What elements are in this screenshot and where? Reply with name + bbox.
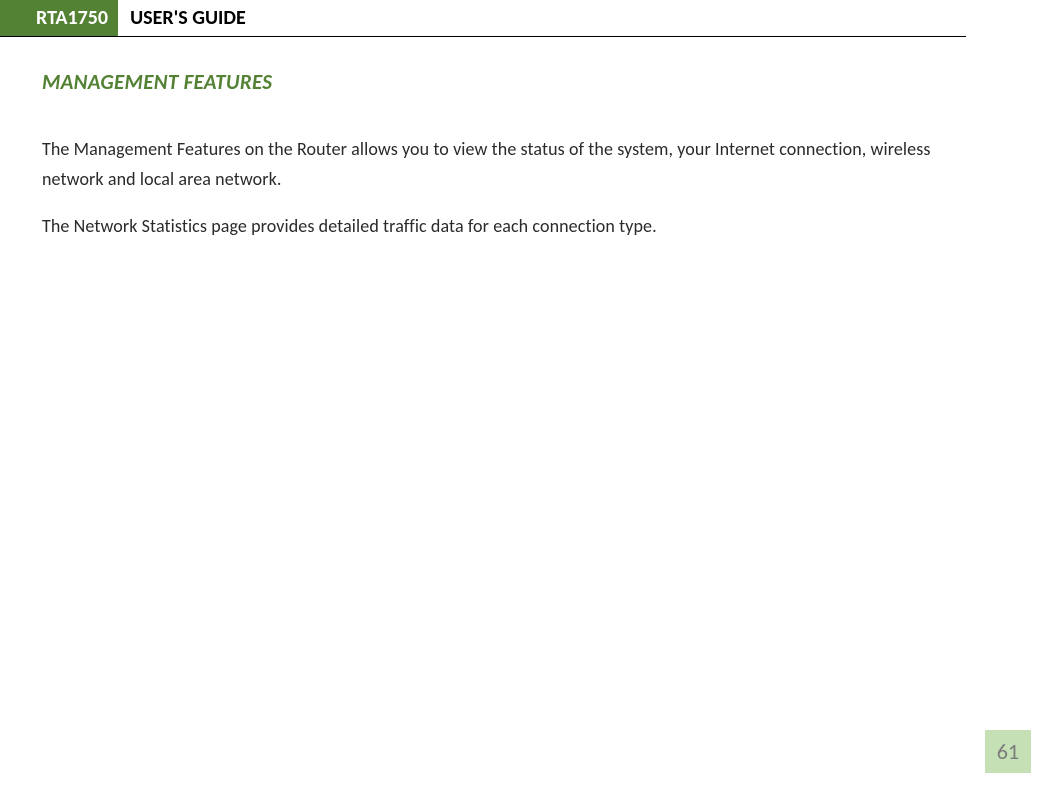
header-title-label: USER'S GUIDE (118, 0, 258, 36)
page-header: RTA1750 USER'S GUIDE (0, 0, 966, 37)
header-model-label: RTA1750 (30, 0, 118, 36)
title-text: USER'S GUIDE (130, 6, 246, 30)
page-number: 61 (985, 730, 1031, 773)
model-text: RTA1750 (36, 6, 108, 30)
body-paragraph-2: The Network Statistics page provides det… (42, 212, 966, 242)
page-container: RTA1750 USER'S GUIDE MANAGEMENT FEATURES… (0, 0, 1041, 791)
header-accent-bar (0, 0, 30, 36)
page-number-text: 61 (997, 738, 1019, 765)
section-heading: MANAGEMENT FEATURES (42, 69, 966, 95)
page-content: MANAGEMENT FEATURES The Management Featu… (0, 37, 1041, 242)
body-paragraph-1: The Management Features on the Router al… (42, 135, 966, 194)
